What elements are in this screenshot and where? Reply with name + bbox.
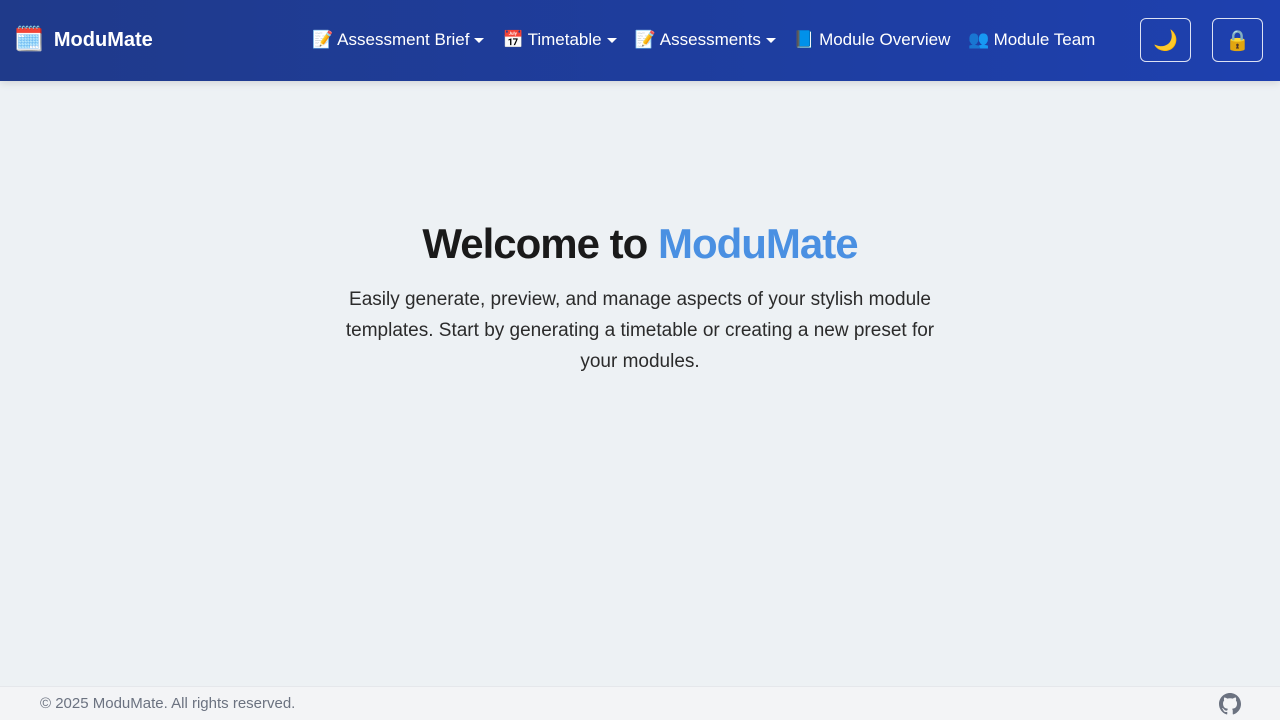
nav-assessment-brief[interactable]: 📝 Assessment Brief bbox=[303, 24, 493, 56]
page-footer: © 2025 ModuMate. All rights reserved. bbox=[0, 686, 1280, 720]
nav-label: Timetable bbox=[527, 30, 602, 49]
lock-button[interactable]: 🔒 bbox=[1212, 18, 1263, 62]
top-navbar: 🗓️ ModuMate 📝 Assessment Brief 📅 Timetab… bbox=[0, 0, 1280, 81]
memo-icon: 📝 bbox=[312, 30, 334, 49]
moon-icon: 🌙 bbox=[1153, 29, 1178, 52]
page-title: Welcome to ModuMate bbox=[0, 218, 1280, 270]
nav-timetable[interactable]: 📅 Timetable bbox=[493, 24, 625, 56]
hero-section: Welcome to ModuMate Easily generate, pre… bbox=[0, 218, 1280, 377]
nav-module-overview[interactable]: 📘 Module Overview bbox=[785, 24, 960, 56]
brand-name: ModuMate bbox=[53, 28, 153, 51]
caret-down-icon bbox=[474, 37, 485, 43]
book-icon: 📘 bbox=[793, 30, 816, 49]
people-icon: 👥 bbox=[968, 30, 990, 49]
caret-down-icon bbox=[606, 37, 617, 43]
nav-label: Assessments bbox=[659, 30, 761, 49]
nav-label: Module Overview bbox=[819, 30, 951, 49]
nav-assessments[interactable]: 📝 Assessments bbox=[626, 24, 785, 56]
hero-description: Easily generate, preview, and manage asp… bbox=[345, 289, 935, 372]
main-nav: 📝 Assessment Brief 📅 Timetable 📝 Assessm… bbox=[303, 24, 1104, 56]
caret-down-icon bbox=[765, 37, 776, 43]
theme-toggle-button[interactable]: 🌙 bbox=[1140, 18, 1191, 62]
title-accent: ModuMate bbox=[657, 220, 859, 267]
copyright-text: © 2025 ModuMate. All rights reserved. bbox=[40, 695, 296, 712]
lock-icon: 🔒 bbox=[1225, 29, 1250, 52]
nav-label: Module Team bbox=[993, 30, 1096, 49]
memo-icon: 📝 bbox=[634, 30, 656, 49]
nav-label: Assessment Brief bbox=[337, 30, 470, 49]
calendar-icon: 🗓️ bbox=[14, 26, 44, 53]
brand-link[interactable]: 🗓️ ModuMate bbox=[14, 24, 153, 56]
title-prefix: Welcome to bbox=[422, 220, 648, 267]
nav-module-team[interactable]: 👥 Module Team bbox=[959, 24, 1104, 56]
github-icon[interactable] bbox=[1219, 693, 1241, 715]
calendar-icon: 📅 bbox=[502, 30, 524, 49]
